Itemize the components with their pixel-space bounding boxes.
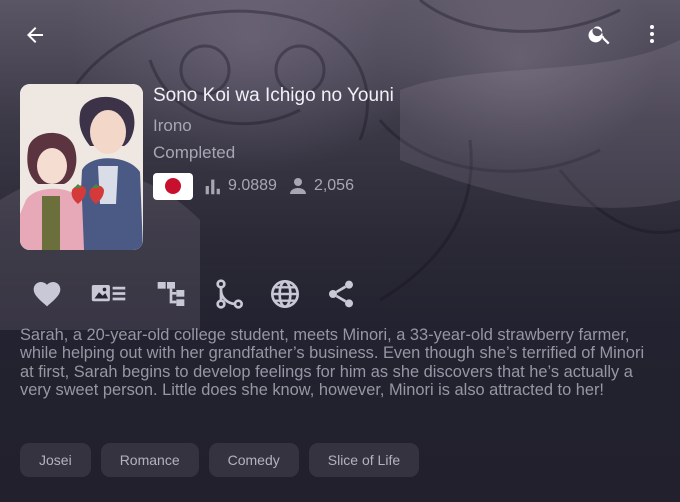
tag-chip[interactable]: Romance — [100, 443, 199, 477]
more-options-button[interactable] — [632, 14, 672, 54]
cover-image[interactable] — [20, 84, 143, 250]
rating-value: 9.0889 — [228, 177, 277, 194]
share-icon — [329, 280, 353, 308]
website-button[interactable] — [266, 275, 304, 313]
meta-row: 9.0889 2,056 — [153, 172, 354, 200]
rating-stat: 9.0889 — [202, 175, 277, 197]
gallery-button[interactable] — [90, 275, 128, 313]
search-button[interactable] — [580, 14, 620, 54]
tag-chip[interactable]: Comedy — [208, 443, 299, 477]
favorite-button[interactable] — [28, 275, 66, 313]
arrow-left-icon — [27, 27, 43, 43]
top-app-bar — [0, 0, 680, 70]
genre-tags: Josei Romance Comedy Slice of Life — [20, 443, 429, 477]
related-button[interactable] — [152, 275, 190, 313]
backdrop-artwork — [0, 0, 680, 502]
japan-flag-icon — [153, 172, 193, 200]
manga-author[interactable]: Irono — [153, 116, 192, 136]
person-icon — [289, 178, 306, 194]
more-vertical-icon — [650, 25, 654, 43]
description-text: Sarah, a 20-year-old college student, me… — [20, 326, 645, 399]
manga-title: Sono Koi wa Ichigo no Youni — [153, 85, 394, 106]
cover-illustration — [20, 84, 143, 250]
bar-chart-icon — [205, 179, 220, 195]
publication-status: Completed — [153, 143, 236, 162]
back-button[interactable] — [15, 15, 55, 55]
branch-button[interactable] — [210, 275, 248, 313]
followers-stat: 2,056 — [286, 174, 354, 198]
tag-chip[interactable]: Slice of Life — [308, 443, 420, 477]
tag-chip[interactable]: Josei — [20, 443, 91, 477]
share-button[interactable] — [322, 275, 360, 313]
globe-icon — [271, 280, 299, 308]
hierarchy-icon — [157, 282, 185, 306]
image-list-icon — [91, 284, 126, 302]
followers-count: 2,056 — [313, 177, 354, 194]
heart-icon — [33, 282, 61, 307]
search-icon — [588, 26, 610, 45]
branch-icon — [216, 279, 243, 309]
